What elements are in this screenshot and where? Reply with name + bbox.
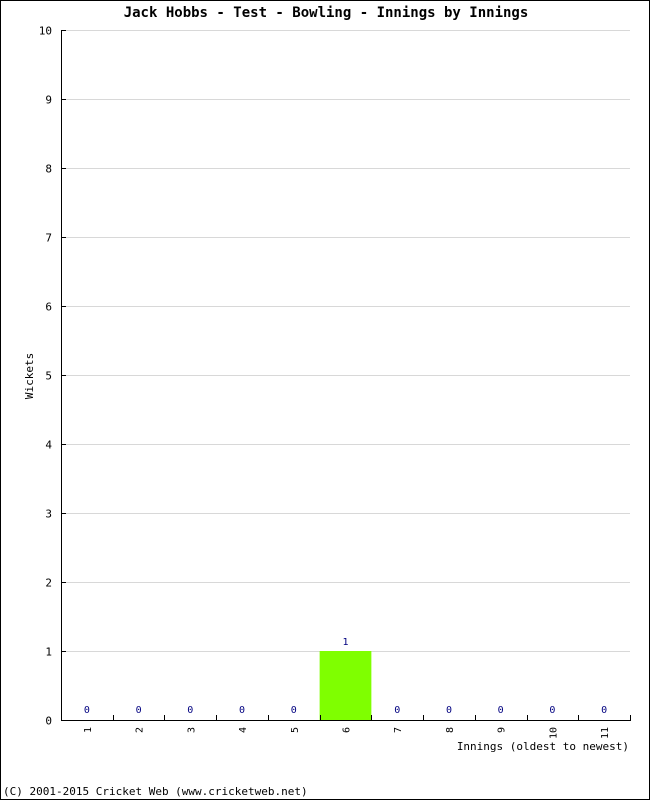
y-tick-label: 5 [45, 370, 52, 383]
y-tick-label: 6 [45, 301, 52, 314]
x-tick-label: 4 [238, 727, 249, 733]
chart-frame: Jack Hobbs - Test - Bowling - Innings by… [0, 0, 650, 800]
x-tick-label: 11 [600, 727, 611, 739]
y-tick-label: 7 [45, 232, 52, 245]
x-tick-label: 5 [290, 727, 301, 733]
y-axis-label: Wickets [23, 353, 36, 399]
labels: 012345678910010203040516070809010011 [39, 25, 611, 740]
y-tick-label: 10 [39, 25, 52, 38]
x-tick-label: 3 [186, 727, 197, 733]
gridlines [61, 30, 630, 652]
value-label: 1 [342, 637, 348, 648]
x-tick-label: 1 [83, 727, 94, 733]
value-label: 0 [84, 705, 90, 716]
x-axis-label: Innings (oldest to newest) [457, 740, 629, 753]
value-label: 0 [446, 705, 452, 716]
x-tick-label: 2 [135, 727, 146, 733]
value-label: 0 [601, 705, 607, 716]
bar-chart: 012345678910010203040516070809010011 Wic… [23, 25, 631, 753]
y-tick-label: 8 [45, 163, 52, 176]
y-tick-label: 9 [45, 94, 52, 107]
copyright-footer: (C) 2001-2015 Cricket Web (www.cricketwe… [3, 785, 308, 798]
value-label: 0 [498, 705, 504, 716]
value-label: 0 [187, 705, 193, 716]
y-tick-label: 4 [45, 439, 52, 452]
value-label: 0 [136, 705, 142, 716]
value-label: 0 [291, 705, 297, 716]
bar [319, 651, 372, 720]
value-label: 0 [549, 705, 555, 716]
value-label: 0 [239, 705, 245, 716]
x-tick-label: 6 [342, 727, 353, 733]
y-tick-label: 2 [45, 577, 52, 590]
x-tick-label: 7 [393, 727, 404, 733]
bars [319, 651, 372, 720]
y-tick-label: 3 [45, 508, 52, 521]
x-tick-label: 9 [497, 727, 508, 733]
y-tick-label: 1 [45, 646, 52, 659]
x-tick-label: 8 [445, 727, 456, 733]
x-tick-label: 10 [548, 727, 559, 739]
value-label: 0 [394, 705, 400, 716]
y-tick-label: 0 [45, 715, 52, 728]
